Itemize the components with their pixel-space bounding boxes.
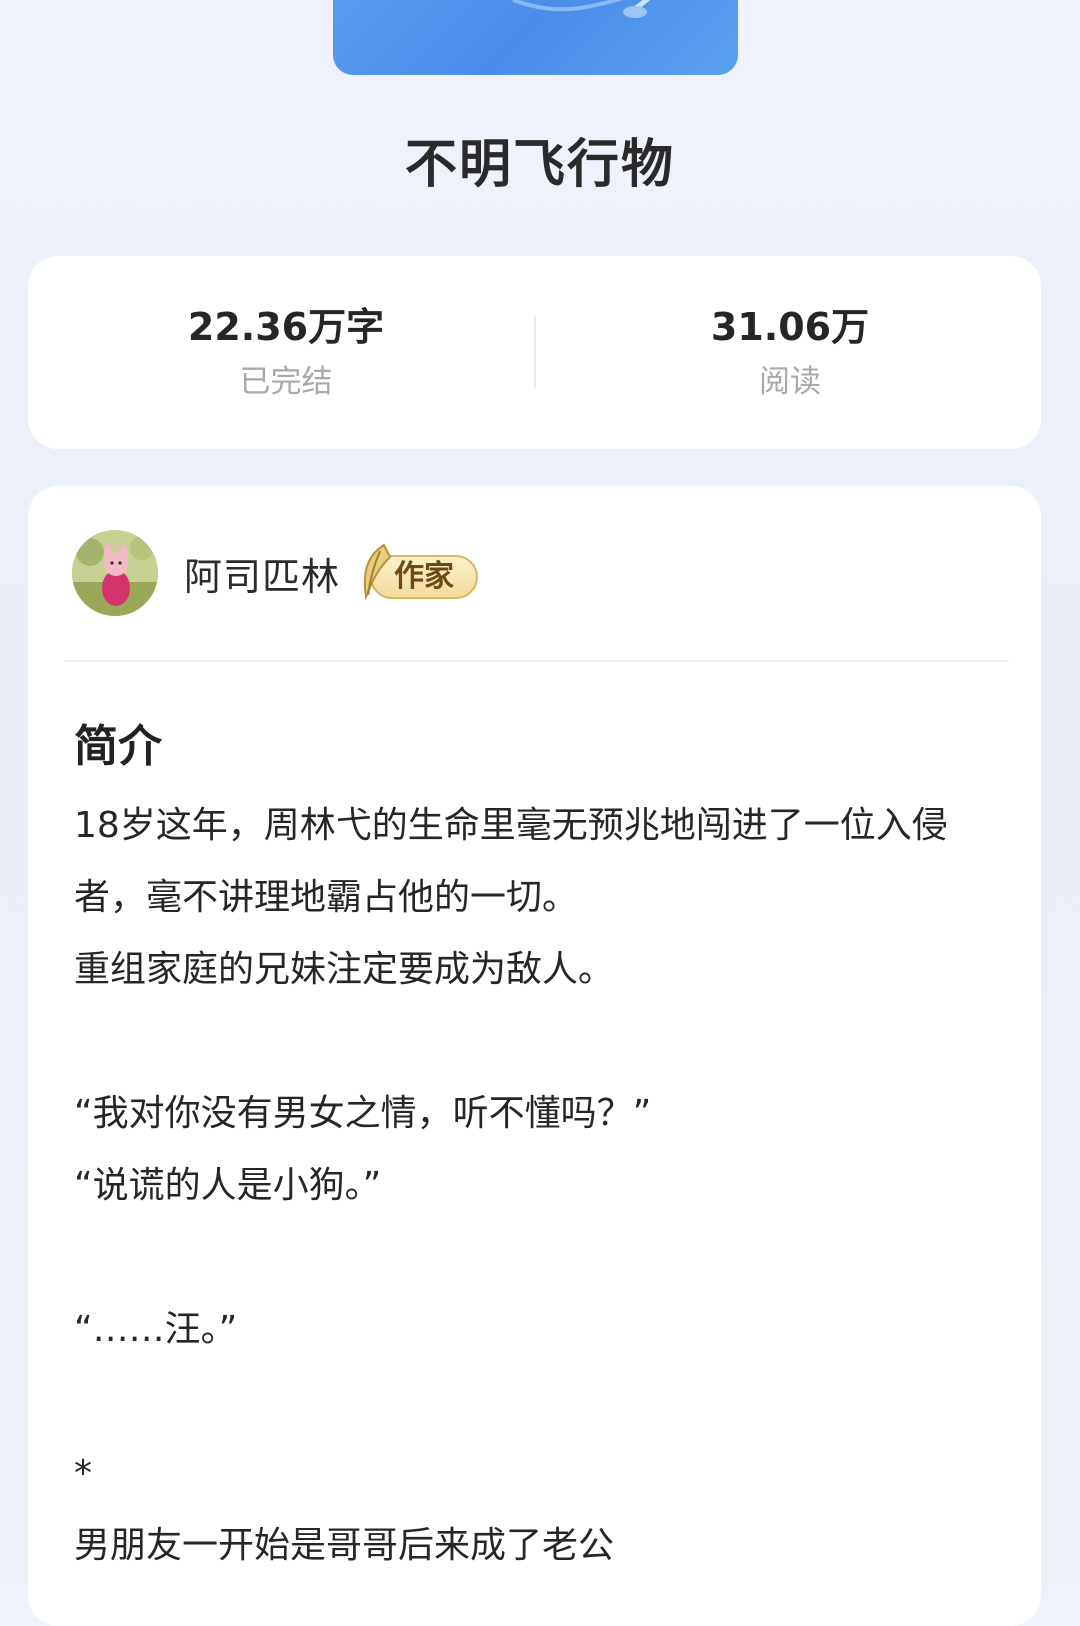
reads-stat: 31.06万 阅读 bbox=[580, 304, 1000, 402]
word-count-value: 22.36万字 bbox=[187, 305, 385, 349]
author-name[interactable]: 阿司匹林 bbox=[184, 546, 340, 601]
intro-blank-line bbox=[74, 1222, 1004, 1294]
word-count-stat: 22.36万字 已完结 bbox=[76, 304, 496, 402]
intro-heading: 简介 bbox=[74, 721, 162, 772]
intro-line: “……汪。” bbox=[74, 1309, 238, 1350]
book-cover-image[interactable] bbox=[333, 0, 738, 75]
author-row[interactable]: 阿司匹林 作家 bbox=[72, 530, 482, 616]
completion-status: 已完结 bbox=[239, 364, 333, 400]
intro-line: “说谎的人是小狗。” bbox=[74, 1165, 382, 1206]
author-avatar[interactable] bbox=[72, 530, 158, 616]
cover-artwork bbox=[512, 0, 651, 18]
intro-line: “我对你没有男女之情，听不懂吗？” bbox=[74, 1093, 652, 1134]
writer-badge: 作家 bbox=[354, 541, 482, 605]
intro-line: 男朋友一开始是哥哥后来成了老公 bbox=[74, 1525, 615, 1566]
reads-label: 阅读 bbox=[759, 364, 821, 400]
intro-line: 重组家庭的兄妹注定要成为敌人。 bbox=[74, 949, 615, 990]
intro-blank-line bbox=[74, 1366, 1004, 1438]
intro-blank-line bbox=[74, 1006, 1004, 1078]
book-detail-card: 阿司匹林 作家 简介 18岁这年，周林弋的生命里毫无预兆地闯进了一位入侵者，毫不… bbox=[28, 486, 1041, 1626]
stats-card: 22.36万字 已完结 31.06万 阅读 bbox=[28, 256, 1041, 449]
intro-line: * bbox=[74, 1453, 92, 1494]
intro-body: 18岁这年，周林弋的生命里毫无预兆地闯进了一位入侵者，毫不讲理地霸占他的一切。 … bbox=[74, 790, 1004, 1582]
section-divider bbox=[64, 660, 1009, 662]
reads-value: 31.06万 bbox=[710, 305, 870, 349]
book-title: 不明飞行物 bbox=[404, 135, 675, 195]
writer-badge-label: 作家 bbox=[394, 559, 455, 594]
stats-divider bbox=[534, 316, 536, 388]
intro-line: 18岁这年，周林弋的生命里毫无预兆地闯进了一位入侵者，毫不讲理地霸占他的一切。 bbox=[74, 805, 948, 918]
avatar-piglet-icon bbox=[72, 530, 158, 616]
